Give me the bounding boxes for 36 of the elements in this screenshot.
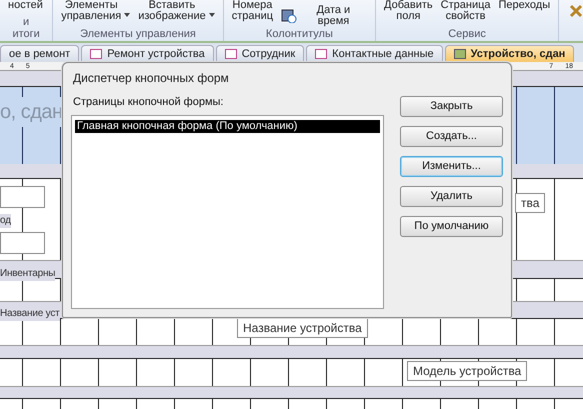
ribbon-button[interactable]: ностей xyxy=(8,0,43,11)
list-item[interactable]: Главная кнопочная форма (По умолчанию) xyxy=(75,120,380,133)
dialog-button[interactable]: По умолчанию xyxy=(400,216,503,237)
dialog-title: Диспетчер кнопочных форм xyxy=(73,70,229,87)
ribbon-button[interactable]: Вставить изображение xyxy=(138,0,215,22)
field-label: Инвентарны xyxy=(0,267,56,281)
form-icon xyxy=(224,49,237,59)
group-caption: и итоги xyxy=(11,16,41,40)
field-label: Название уст xyxy=(0,307,60,321)
text-box: тва xyxy=(515,193,546,213)
dialog-button[interactable]: Изменить... xyxy=(400,156,503,177)
ribbon-button[interactable]: Переходы xyxy=(498,0,550,11)
form-icon xyxy=(90,49,102,59)
dialog-button[interactable]: Закрыть xyxy=(400,96,503,117)
group-caption: Сервис xyxy=(447,28,487,40)
document-tab[interactable]: ое в ремонт xyxy=(0,45,80,62)
document-tab[interactable]: Контактные данные xyxy=(306,45,443,62)
ribbon-button[interactable]: Добавить поля xyxy=(384,0,433,22)
list-label: Страницы кнопочной формы: xyxy=(73,95,224,110)
field-label: од xyxy=(0,214,11,228)
document-tab[interactable]: Сотрудник xyxy=(216,45,304,62)
ribbon-button[interactable]: Дата и время xyxy=(281,5,368,27)
ribbon-button[interactable]: Элементы управления xyxy=(61,0,130,22)
group-caption: Колонтитулы xyxy=(264,28,334,40)
document-tab[interactable]: Ремонт устройства xyxy=(81,45,214,62)
ribbon-button[interactable]: Страница свойств xyxy=(440,0,491,22)
ribbon-button[interactable]: Номера страниц xyxy=(232,0,274,22)
dialog-button[interactable]: Создать... xyxy=(400,126,503,147)
calendar-clock-icon xyxy=(281,9,297,23)
form-icon xyxy=(454,49,466,59)
text-box: Название устройства xyxy=(237,318,368,338)
text-box: Модель устройства xyxy=(407,361,528,381)
group-caption: Элементы управления xyxy=(79,28,197,40)
document-tab[interactable]: Устройство, сдан xyxy=(444,45,574,62)
dialog-button[interactable]: Удалить xyxy=(400,186,503,207)
form-icon xyxy=(315,49,328,59)
